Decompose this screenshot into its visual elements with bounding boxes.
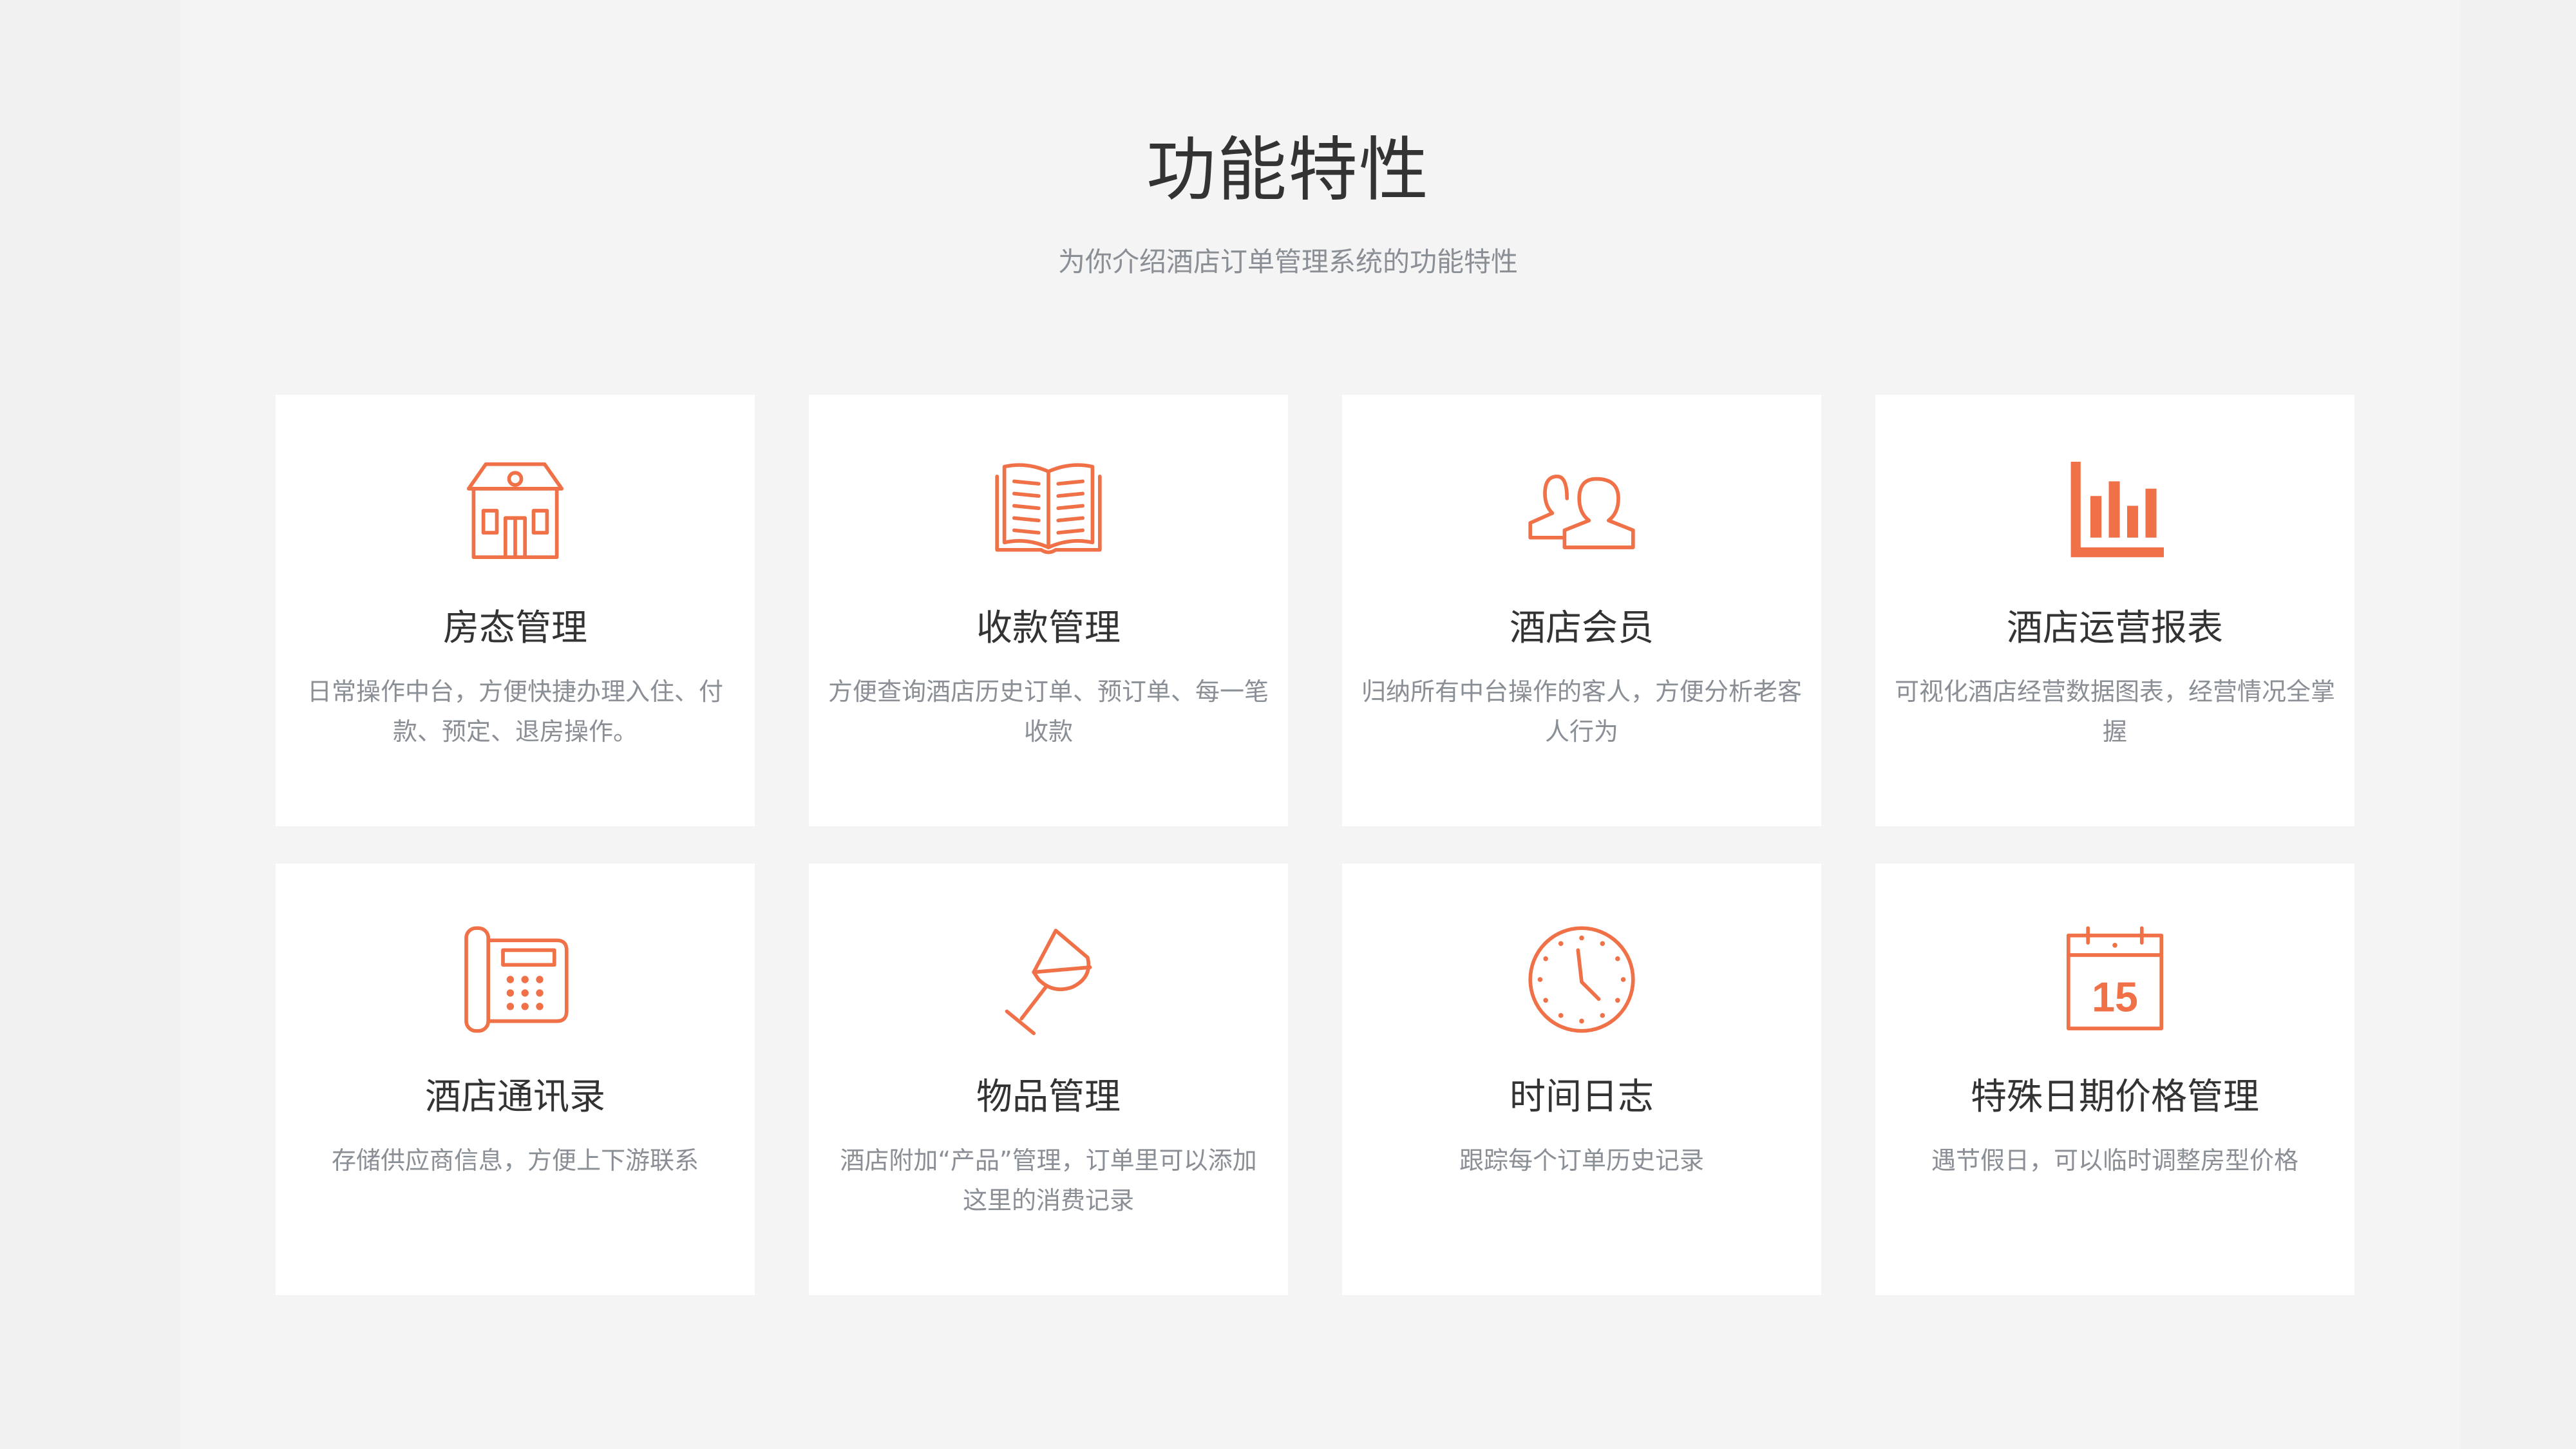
feature-title: 物品管理	[976, 1076, 1121, 1118]
section-title: 功能特性	[1146, 130, 1430, 211]
feature-description: 归纳所有中台操作的客人，方便分析老客人行为	[1361, 677, 1803, 746]
calendar-day-number: 15	[2092, 974, 2138, 1020]
house-icon	[276, 450, 755, 572]
book-icon	[809, 450, 1288, 572]
clock-icon	[1342, 918, 1821, 1041]
feature-title: 酒店会员	[1510, 607, 1654, 649]
feature-description: 酒店附加“产品”管理，订单里可以添加这里的消费记录	[840, 1146, 1257, 1215]
feature-card-time-log[interactable]: 时间日志 跟踪每个订单历史记录	[1342, 864, 1821, 1295]
feature-description: 跟踪每个订单历史记录	[1459, 1146, 1704, 1175]
calendar-icon: 15	[1875, 918, 2354, 1041]
feature-description: 方便查询酒店历史订单、预订单、每一笔收款	[828, 677, 1269, 746]
feature-description: 可视化酒店经营数据图表，经营情况全掌握	[1895, 677, 2336, 746]
bar-chart-icon	[1875, 450, 2354, 572]
feature-card-reports[interactable]: 酒店运营报表 可视化酒店经营数据图表，经营情况全掌握	[1875, 395, 2354, 826]
feature-card-members[interactable]: 酒店会员 归纳所有中台操作的客人，方便分析老客人行为	[1342, 395, 1821, 826]
feature-title: 时间日志	[1510, 1076, 1654, 1118]
feature-title: 房态管理	[443, 607, 587, 649]
feature-description: 遇节假日，可以临时调整房型价格	[1931, 1146, 2298, 1175]
feature-card-contacts[interactable]: 酒店通讯录 存储供应商信息，方便上下游联系	[276, 864, 755, 1295]
feature-title: 特殊日期价格管理	[1971, 1076, 2259, 1118]
feature-card-payment[interactable]: 收款管理 方便查询酒店历史订单、预订单、每一笔收款	[809, 395, 1288, 826]
page: 功能特性 为你介绍酒店订单管理系统的功能特性 房态管理 日常操作中台，方便快捷办…	[0, 0, 2576, 1449]
feature-title: 酒店通讯录	[425, 1076, 605, 1118]
feature-title: 酒店运营报表	[2007, 607, 2223, 649]
feature-grid: 房态管理 日常操作中台，方便快捷办理入住、付款、预定、退房操作。 收款管理 方便…	[276, 395, 2357, 1295]
feature-card-items[interactable]: 物品管理 酒店附加“产品”管理，订单里可以添加这里的消费记录	[809, 864, 1288, 1295]
users-icon	[1342, 450, 1821, 572]
section-subtitle: 为你介绍酒店订单管理系统的功能特性	[1057, 246, 1518, 278]
feature-description: 日常操作中台，方便快捷办理入住、付款、预定、退房操作。	[307, 677, 723, 746]
feature-card-room-status[interactable]: 房态管理 日常操作中台，方便快捷办理入住、付款、预定、退房操作。	[276, 395, 755, 826]
wine-glass-icon	[809, 918, 1288, 1041]
telephone-icon	[276, 918, 755, 1041]
feature-card-special-dates[interactable]: 15 特殊日期价格管理 遇节假日，可以临时调整房型价格	[1875, 864, 2354, 1295]
feature-title: 收款管理	[976, 607, 1121, 649]
feature-description: 存储供应商信息，方便上下游联系	[331, 1146, 699, 1175]
